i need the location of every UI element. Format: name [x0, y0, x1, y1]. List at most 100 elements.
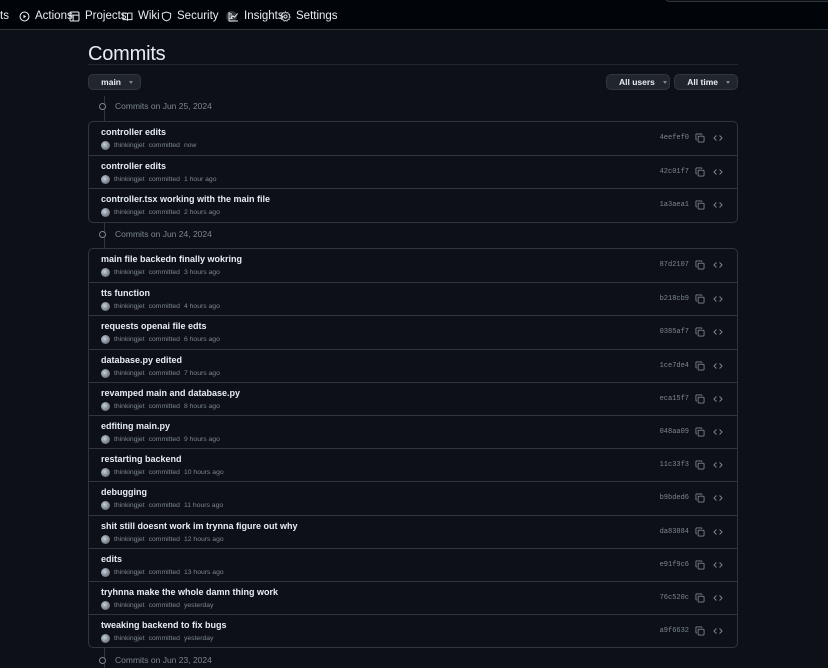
commit-author[interactable]: thinkingjet	[114, 403, 145, 410]
commit-row[interactable]: revamped main and database.py thinkingjet…	[89, 381, 737, 415]
copy-icon[interactable]	[695, 200, 705, 210]
commit-sha-link[interactable]: a9f6632	[660, 627, 689, 635]
commit-author[interactable]: thinkingjet	[114, 602, 145, 609]
avatar[interactable]	[101, 634, 110, 644]
code-icon[interactable]	[713, 427, 723, 437]
copy-icon[interactable]	[695, 294, 705, 304]
commit-message-link[interactable]: tweaking backend to fix bugs	[101, 620, 227, 630]
commit-row[interactable]: database.py edited thinkingjet committed 7 …	[89, 348, 737, 382]
nav-item-settings[interactable]: Settings	[280, 9, 338, 23]
nav-item-actions[interactable]: Actions	[19, 9, 73, 23]
avatar[interactable]	[101, 534, 110, 544]
commit-author[interactable]: thinkingjet	[114, 536, 145, 543]
copy-icon[interactable]	[695, 327, 705, 337]
commit-author[interactable]: thinkingjet	[114, 269, 145, 276]
copy-icon[interactable]	[695, 361, 705, 371]
code-icon[interactable]	[713, 294, 723, 304]
commit-sha-link[interactable]: 76c520c	[660, 594, 689, 602]
commit-message-link[interactable]: edfiting main.py	[101, 421, 170, 431]
commit-row[interactable]: shit still doesnt work im trynna figure …	[89, 514, 737, 548]
commit-message-link[interactable]: controller edits	[101, 127, 166, 137]
copy-icon[interactable]	[695, 593, 705, 603]
commit-author[interactable]: thinkingjet	[114, 502, 145, 509]
commit-row[interactable]: tts function thinkingjet committed 4 hours …	[89, 282, 737, 315]
commit-sha-link[interactable]: da83884	[660, 528, 689, 536]
commit-author[interactable]: thinkingjet	[114, 635, 145, 642]
copy-icon[interactable]	[695, 460, 705, 470]
copy-icon[interactable]	[695, 167, 705, 177]
branch-select-button[interactable]: main	[88, 74, 141, 90]
commit-author[interactable]: thinkingjet	[114, 336, 145, 343]
code-icon[interactable]	[713, 493, 723, 503]
avatar[interactable]	[101, 567, 110, 577]
commit-author[interactable]: thinkingjet	[114, 569, 145, 576]
commit-message-link[interactable]: edits	[101, 554, 122, 564]
commit-sha-link[interactable]: b218cb9	[660, 295, 689, 303]
commit-sha-link[interactable]: 1a3aea1	[660, 201, 689, 209]
avatar[interactable]	[101, 335, 110, 345]
commit-author[interactable]: thinkingjet	[114, 469, 145, 476]
avatar[interactable]	[101, 268, 110, 277]
commit-message-link[interactable]: shit still doesnt work im trynna figure …	[101, 521, 298, 531]
commit-sha-link[interactable]: 4eefef0	[660, 134, 689, 142]
commit-sha-link[interactable]: 1ce7de4	[660, 362, 689, 370]
nav-item-wiki[interactable]: Wiki	[122, 9, 160, 23]
copy-icon[interactable]	[695, 560, 705, 570]
copy-icon[interactable]	[695, 527, 705, 537]
commit-row[interactable]: controller edits thinkingjet committed 1…	[89, 155, 737, 188]
commit-sha-link[interactable]: 42c01f7	[660, 168, 689, 176]
commit-message-link[interactable]: restarting backend	[101, 454, 182, 464]
commit-author[interactable]: thinkingjet	[114, 142, 145, 149]
avatar[interactable]	[101, 501, 110, 511]
nav-item-projects[interactable]: Projects	[69, 9, 127, 23]
commit-message-link[interactable]: controller.tsx working with the main fil…	[101, 194, 270, 204]
copy-icon[interactable]	[695, 394, 705, 404]
time-filter-button[interactable]: All time	[674, 74, 738, 90]
commit-sha-link[interactable]: 87d2107	[660, 261, 689, 269]
nav-item-truncated[interactable]: ts	[0, 9, 9, 23]
commit-row[interactable]: tryhnna make the whole damn thing work th…	[89, 580, 737, 614]
copy-icon[interactable]	[695, 260, 705, 270]
commit-author[interactable]: thinkingjet	[114, 176, 145, 183]
commit-sha-link[interactable]: 0385af7	[660, 328, 689, 336]
avatar[interactable]	[101, 368, 110, 378]
commit-message-link[interactable]: tryhnna make the whole damn thing work	[101, 587, 278, 597]
code-icon[interactable]	[713, 460, 723, 470]
code-icon[interactable]	[713, 560, 723, 570]
copy-icon[interactable]	[695, 626, 705, 636]
commit-sha-link[interactable]: b9bded6	[660, 494, 689, 502]
commit-row[interactable]: main file backedn finally wokring thinkin…	[89, 249, 737, 282]
users-filter-button[interactable]: All users	[606, 74, 670, 90]
code-icon[interactable]	[713, 200, 723, 210]
commit-row[interactable]: debugging thinkingjet committed 11 hours ag…	[89, 481, 737, 514]
commit-row[interactable]: controller.tsx working with the main fil…	[89, 188, 737, 221]
avatar[interactable]	[101, 401, 110, 411]
commit-sha-link[interactable]: e91f9c6	[660, 561, 689, 569]
copy-icon[interactable]	[695, 493, 705, 503]
code-icon[interactable]	[713, 133, 723, 143]
code-icon[interactable]	[713, 361, 723, 371]
nav-item-security[interactable]: Security 1	[161, 9, 237, 23]
commit-row[interactable]: edits thinkingjet committed 13 hours ago e91…	[89, 547, 737, 581]
avatar[interactable]	[101, 600, 110, 610]
commit-message-link[interactable]: tts function	[101, 288, 150, 298]
commit-message-link[interactable]: requests openai file edts	[101, 321, 207, 331]
copy-icon[interactable]	[695, 133, 705, 143]
avatar[interactable]	[101, 175, 110, 185]
commit-author[interactable]: thinkingjet	[114, 436, 145, 443]
code-icon[interactable]	[713, 626, 723, 636]
code-icon[interactable]	[713, 260, 723, 270]
code-icon[interactable]	[713, 327, 723, 337]
avatar[interactable]	[101, 434, 110, 444]
code-icon[interactable]	[713, 527, 723, 537]
avatar[interactable]	[101, 468, 110, 478]
search-input[interactable]	[664, 0, 828, 2]
commit-author[interactable]: thinkingjet	[114, 370, 145, 377]
commit-sha-link[interactable]: 048aa09	[660, 428, 689, 436]
avatar[interactable]	[101, 302, 110, 312]
commit-row[interactable]: controller edits thinkingjet committed n…	[89, 122, 737, 155]
nav-item-insights[interactable]: Insights	[228, 9, 284, 23]
commit-message-link[interactable]: database.py edited	[101, 355, 182, 365]
commit-message-link[interactable]: debugging	[101, 487, 147, 497]
commit-message-link[interactable]: revamped main and database.py	[101, 388, 240, 398]
